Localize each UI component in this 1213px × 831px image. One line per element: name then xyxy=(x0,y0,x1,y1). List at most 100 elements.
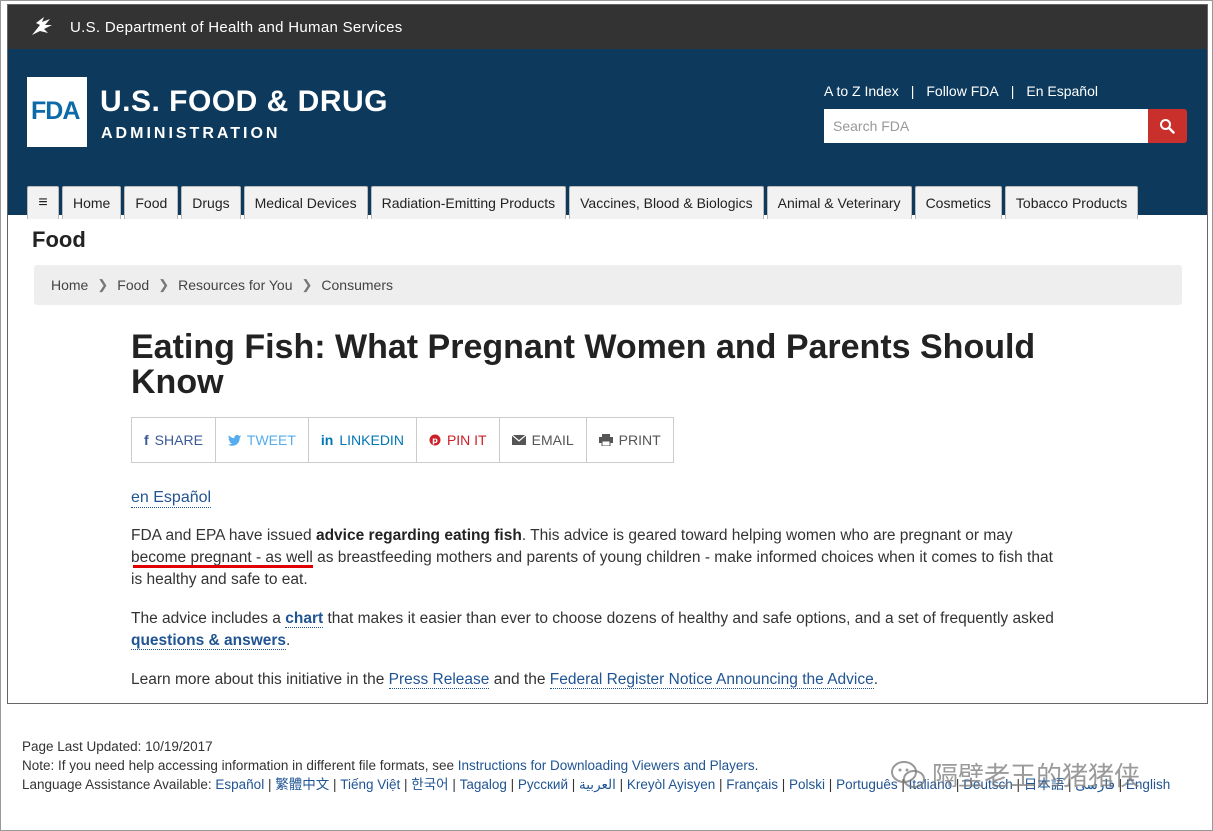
note-text: Note: If you need help accessing informa… xyxy=(22,758,458,773)
hamburger-icon: ≡ xyxy=(38,194,48,211)
separator: | xyxy=(910,83,915,99)
separator: | xyxy=(825,777,837,792)
share-facebook-button[interactable]: f SHARE xyxy=(132,418,216,462)
hhs-title[interactable]: U.S. Department of Health and Human Serv… xyxy=(70,19,403,36)
wechat-icon xyxy=(891,760,925,788)
agency-name[interactable]: U.S. FOOD & DRUG xyxy=(100,85,388,119)
share-linkedin-button[interactable]: in LINKEDIN xyxy=(309,418,417,462)
print-label: PRINT xyxy=(618,432,661,448)
chevron-right-icon: ❯ xyxy=(97,277,109,292)
agency-name-subtitle[interactable]: ADMINISTRATION xyxy=(101,125,280,143)
fda-logo[interactable]: FDA xyxy=(27,77,87,147)
separator: | xyxy=(400,777,412,792)
en-espanol-link[interactable]: En Español xyxy=(1026,83,1098,99)
hhs-banner: U.S. Department of Health and Human Serv… xyxy=(8,5,1207,49)
last-updated: Page Last Updated: 10/19/2017 xyxy=(22,739,213,754)
breadcrumb-food[interactable]: Food xyxy=(117,277,149,293)
browser-page: U.S. Department of Health and Human Serv… xyxy=(7,4,1208,704)
a-to-z-index-link[interactable]: A to Z Index xyxy=(824,83,899,99)
intro-paragraph: FDA and EPA have issued advice regarding… xyxy=(131,525,1061,591)
chart-link[interactable]: chart xyxy=(285,610,324,628)
facebook-icon: f xyxy=(144,432,149,448)
tab-tobacco-products[interactable]: Tobacco Products xyxy=(1004,186,1139,219)
federal-register-notice-link[interactable]: Federal Register Notice Announcing the A… xyxy=(549,671,874,689)
para-text: that makes it easier than ever to choose… xyxy=(323,610,1054,627)
search-icon xyxy=(1160,119,1175,134)
learn-more-paragraph: Learn more about this initiative in the … xyxy=(131,669,1061,691)
language-link[interactable]: Tagalog xyxy=(460,777,507,792)
tab-drugs[interactable]: Drugs xyxy=(181,186,241,219)
email-label: EMAIL xyxy=(531,432,574,448)
language-link[interactable]: Español xyxy=(215,777,264,792)
press-release-link[interactable]: Press Release xyxy=(388,671,490,689)
language-link[interactable]: 繁體中文 xyxy=(275,777,329,792)
section-title: Food xyxy=(32,227,86,252)
svg-text:p: p xyxy=(432,436,438,445)
tweet-label: TWEET xyxy=(246,432,296,448)
viewers-players-link[interactable]: Instructions for Downloading Viewers and… xyxy=(458,758,755,773)
fda-header: FDA U.S. FOOD & DRUG ADMINISTRATION A to… xyxy=(8,49,1207,219)
share-bar: f SHARE TWEET in LINKEDIN p PIN IT EMAIL xyxy=(131,417,674,463)
separator: | xyxy=(715,777,727,792)
language-link[interactable]: Português xyxy=(836,777,898,792)
chart-paragraph: The advice includes a chart that makes i… xyxy=(131,608,1061,652)
para-text: Learn more about this initiative in the xyxy=(131,671,389,688)
pin-label: PIN IT xyxy=(446,432,487,448)
tab-vaccines-blood-biologics[interactable]: Vaccines, Blood & Biologics xyxy=(569,186,764,219)
search-button[interactable] xyxy=(1148,109,1187,143)
para-text: . xyxy=(286,632,291,649)
para-text: The advice includes a xyxy=(131,610,286,627)
note-text: . xyxy=(754,758,759,773)
language-label: Language Assistance Available: xyxy=(22,777,216,792)
breadcrumb-consumers: Consumers xyxy=(321,277,393,293)
para-text: FDA and EPA have issued xyxy=(131,527,316,544)
separator: | xyxy=(615,777,627,792)
language-link[interactable]: Kreyòl Ayisyen xyxy=(627,777,715,792)
share-label: SHARE xyxy=(154,432,203,448)
language-link[interactable]: العربية xyxy=(579,777,616,792)
para-text: . xyxy=(873,671,879,688)
language-link[interactable]: Tiếng Việt xyxy=(340,777,400,792)
pinterest-icon: p xyxy=(429,434,441,446)
share-twitter-button[interactable]: TWEET xyxy=(216,418,309,462)
breadcrumb-home[interactable]: Home xyxy=(51,277,88,293)
search-input[interactable] xyxy=(824,109,1148,143)
watermark-text: 隔壁老王的猪猪侠 xyxy=(932,761,1141,791)
en-espanol-content-link[interactable]: en Español xyxy=(131,489,212,508)
separator: | xyxy=(264,777,276,792)
breadcrumb: Home ❯ Food ❯ Resources for You ❯ Consum… xyxy=(34,265,1182,305)
separator: | xyxy=(1010,83,1015,99)
breadcrumb-resources[interactable]: Resources for You xyxy=(178,277,292,293)
tab-food[interactable]: Food xyxy=(124,186,179,219)
share-pinterest-button[interactable]: p PIN IT xyxy=(417,418,500,462)
chevron-right-icon: ❯ xyxy=(301,277,313,292)
share-email-button[interactable]: EMAIL xyxy=(500,418,587,462)
red-annotation-underline xyxy=(133,565,313,568)
page-title: Eating Fish: What Pregnant Women and Par… xyxy=(131,328,1036,401)
printer-icon xyxy=(598,434,613,446)
tab-home[interactable]: Home xyxy=(62,186,122,219)
linkedin-icon: in xyxy=(320,432,334,448)
tab-medical-devices[interactable]: Medical Devices xyxy=(243,186,368,219)
language-link[interactable]: 한국어 xyxy=(411,777,448,792)
linkedin-label: LINKEDIN xyxy=(339,432,404,448)
twitter-icon xyxy=(227,434,241,446)
separator: | xyxy=(567,777,579,792)
print-button[interactable]: PRINT xyxy=(587,418,673,462)
questions-answers-link[interactable]: questions & answers xyxy=(131,632,287,650)
language-link[interactable]: Русский xyxy=(518,777,568,792)
para-text: and the xyxy=(489,671,550,688)
nav-menu-button[interactable]: ≡ xyxy=(27,186,59,219)
separator: | xyxy=(448,777,460,792)
language-link[interactable]: Polski xyxy=(789,777,825,792)
tab-cosmetics[interactable]: Cosmetics xyxy=(914,186,1002,219)
follow-fda-link[interactable]: Follow FDA xyxy=(926,83,998,99)
tab-animal-veterinary[interactable]: Animal & Veterinary xyxy=(766,186,912,219)
hhs-eagle-icon xyxy=(32,17,52,35)
fda-logo-text: FDA xyxy=(31,97,80,125)
separator: | xyxy=(506,777,518,792)
language-link[interactable]: Français xyxy=(726,777,778,792)
para-bold-text: advice regarding eating fish xyxy=(315,527,522,544)
tab-radiation-emitting-products[interactable]: Radiation-Emitting Products xyxy=(370,186,567,219)
utility-links: A to Z Index | Follow FDA | En Español xyxy=(824,83,1098,99)
